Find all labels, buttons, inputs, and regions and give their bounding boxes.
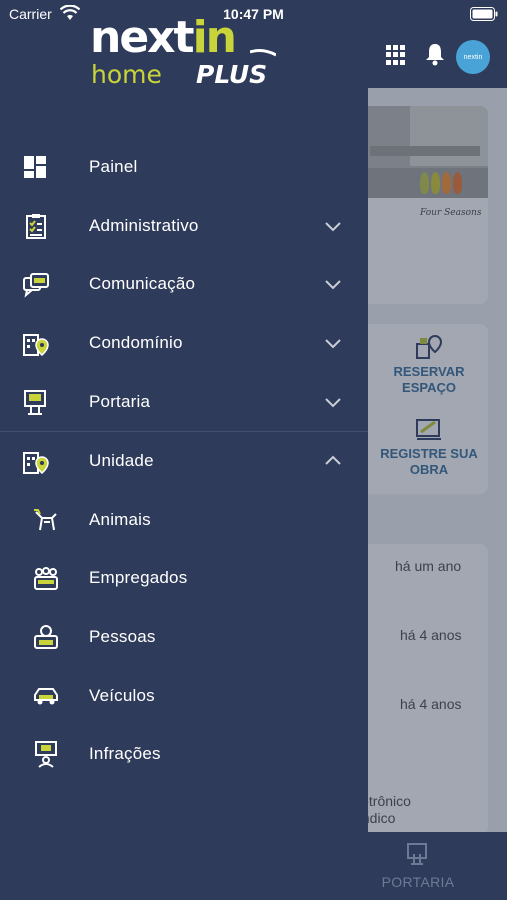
tree-logo-icon bbox=[453, 172, 462, 194]
submenu-item-veiculos[interactable]: Veículos bbox=[0, 666, 368, 725]
building-pin-icon bbox=[23, 452, 49, 475]
status-bar: Carrier 10:47 PM bbox=[0, 0, 507, 30]
timestamp: há um ano bbox=[395, 558, 462, 574]
submenu-item-label: Empregados bbox=[89, 568, 188, 588]
menu-item-administrativo[interactable]: Administrativo bbox=[0, 197, 368, 256]
dashboard-icon bbox=[24, 156, 46, 179]
tree-logo-icon bbox=[420, 172, 429, 194]
timestamp: há 4 anos bbox=[400, 627, 462, 643]
condominium-card[interactable] bbox=[350, 106, 488, 304]
navigation-drawer: nextin home PLUS Painel Administrativo C… bbox=[0, 0, 368, 900]
menu-item-portaria[interactable]: Portaria bbox=[0, 372, 368, 431]
submenu-item-label: Animais bbox=[89, 509, 151, 529]
chevron-down-icon[interactable] bbox=[324, 220, 342, 232]
menu-item-label: Painel bbox=[89, 157, 138, 177]
drawer-menu: Painel Administrativo Comunicação Condom… bbox=[0, 138, 368, 784]
submenu-item-animais[interactable]: Animais bbox=[0, 491, 368, 550]
submenu-item-label: Infrações bbox=[89, 744, 161, 764]
menu-item-comunicacao[interactable]: Comunicação bbox=[0, 255, 368, 314]
menu-item-condominio[interactable]: Condomínio bbox=[0, 314, 368, 373]
menu-item-label: Comunicação bbox=[89, 274, 196, 294]
logo-home-text: home bbox=[91, 60, 162, 89]
chevron-down-icon[interactable] bbox=[324, 278, 342, 290]
building-pin-icon bbox=[23, 334, 49, 357]
car-icon bbox=[34, 687, 58, 705]
bell-icon[interactable] bbox=[424, 42, 446, 66]
timestamp: há 4 anos bbox=[400, 696, 462, 712]
submenu-item-label: Veículos bbox=[89, 685, 155, 705]
tree-logo-icon bbox=[431, 172, 440, 194]
menu-item-unidade[interactable]: Unidade bbox=[0, 432, 368, 491]
dog-icon bbox=[34, 508, 57, 531]
menu-item-painel[interactable]: Painel bbox=[0, 138, 368, 197]
reserve-space-button[interactable]: RESERVAR ESPAÇO bbox=[379, 364, 479, 396]
register-work-icon bbox=[416, 419, 441, 440]
menu-item-label: Administrativo bbox=[89, 215, 199, 235]
tab-portaria[interactable]: PORTARIA bbox=[370, 874, 466, 890]
battery-icon bbox=[470, 7, 498, 21]
clipboard-checklist-icon bbox=[26, 213, 46, 239]
register-work-button[interactable]: REGISTRE SUA OBRA bbox=[379, 446, 479, 478]
notifications-card bbox=[350, 544, 488, 834]
condominium-photo bbox=[350, 106, 488, 198]
chat-bubbles-icon bbox=[23, 273, 49, 299]
chevron-down-icon[interactable] bbox=[324, 337, 342, 349]
people-group-icon bbox=[34, 567, 58, 591]
reserve-space-icon bbox=[416, 334, 443, 359]
menu-item-label: Unidade bbox=[89, 451, 154, 471]
menu-item-label: Condomínio bbox=[89, 333, 183, 353]
logo-plus-text: PLUS bbox=[196, 60, 268, 89]
submenu-item-pessoas[interactable]: Pessoas bbox=[0, 608, 368, 667]
gate-access-icon bbox=[407, 843, 427, 865]
tree-logo-icon bbox=[442, 172, 451, 194]
submenu-item-infracoes[interactable]: Infrações bbox=[0, 725, 368, 784]
chevron-up-icon[interactable] bbox=[324, 455, 342, 467]
person-id-icon bbox=[34, 625, 58, 650]
warning-board-icon bbox=[35, 741, 57, 769]
chevron-down-icon[interactable] bbox=[324, 396, 342, 408]
avatar[interactable]: nextin bbox=[456, 40, 490, 74]
submenu-item-label: Pessoas bbox=[89, 627, 156, 647]
logo-swoosh-icon bbox=[250, 49, 276, 57]
condominium-caption: Four Seasons bbox=[420, 208, 482, 218]
status-time: 10:47 PM bbox=[223, 6, 284, 22]
submenu-item-empregados[interactable]: Empregados bbox=[0, 549, 368, 608]
gate-access-icon bbox=[24, 389, 46, 415]
menu-item-label: Portaria bbox=[89, 391, 151, 411]
apps-grid-icon[interactable] bbox=[386, 45, 406, 65]
